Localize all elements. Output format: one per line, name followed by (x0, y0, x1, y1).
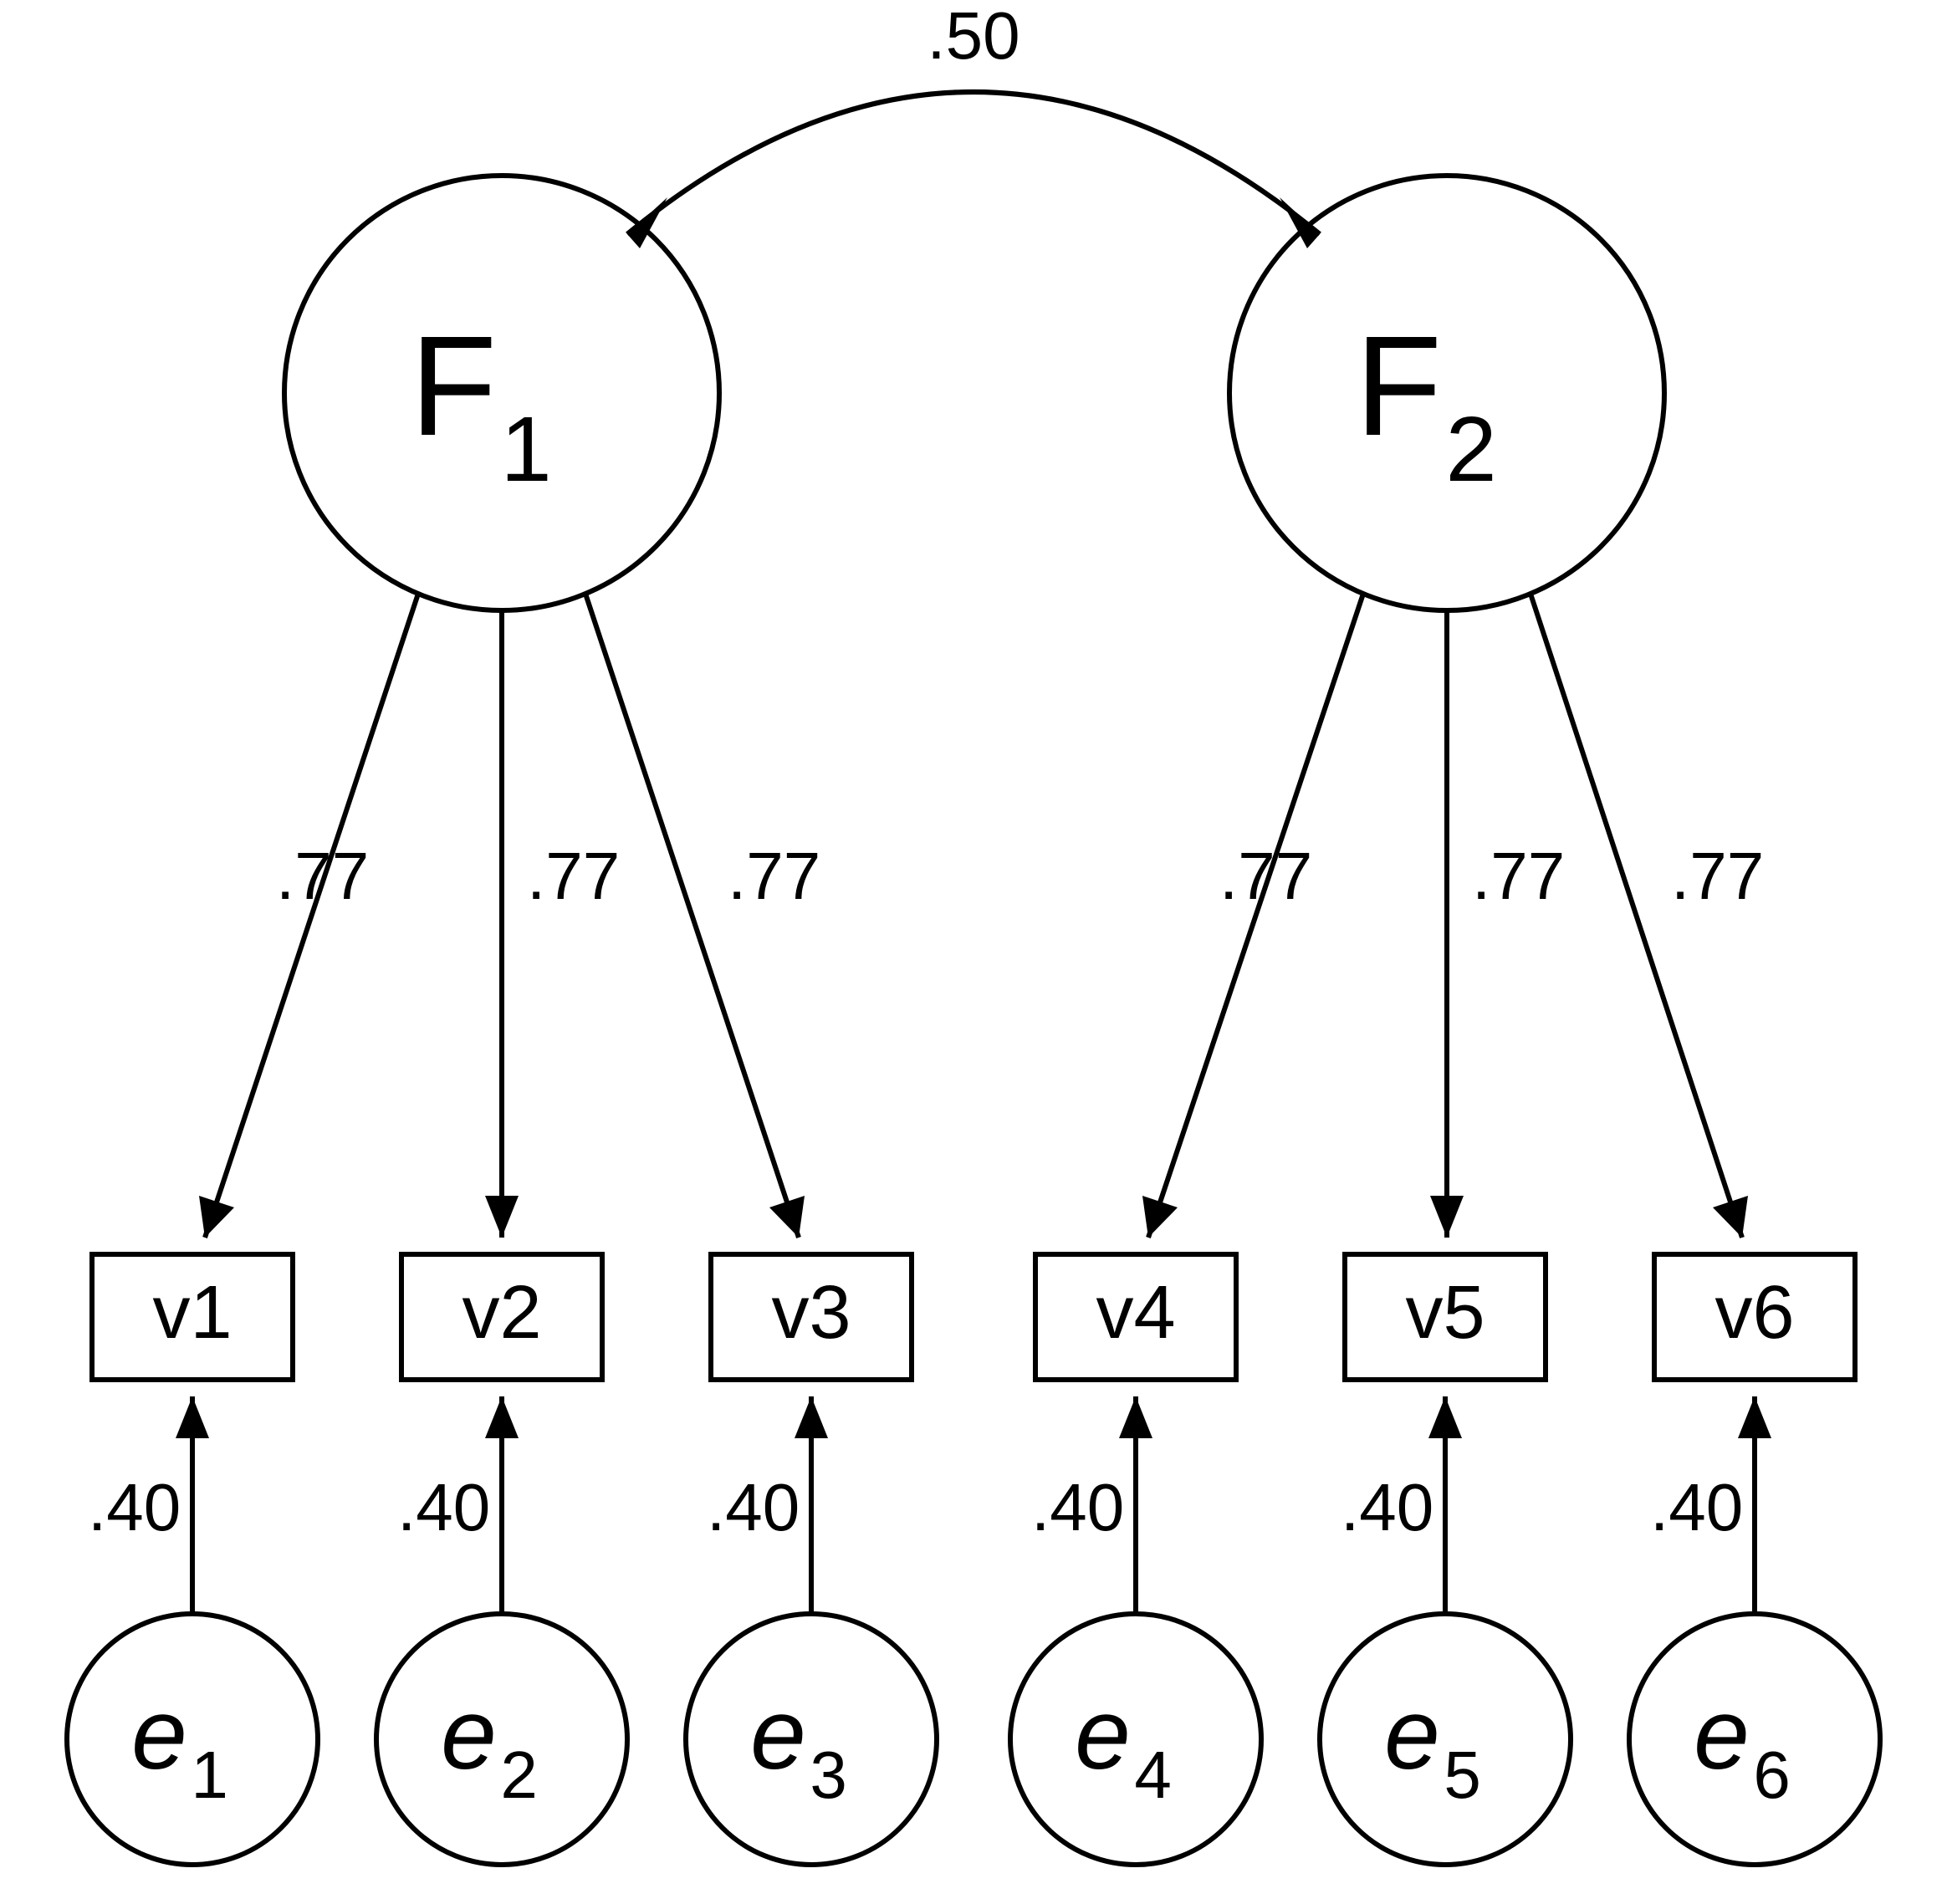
svg-text:e 4: e 4 (1075, 1678, 1172, 1812)
svg-text:e 5: e 5 (1384, 1678, 1481, 1812)
factor-f1-sub: 1 (501, 398, 552, 501)
var-v3: v3 (771, 1271, 851, 1355)
loadings-f1: .77 .77 .77 (199, 594, 820, 1238)
error-e2-sub: 2 (500, 1738, 538, 1812)
svg-text:e 6: e 6 (1694, 1678, 1791, 1812)
observed-vars: v1 v2 v3 v4 v5 v6 (92, 1254, 1855, 1380)
error-e1-coef: .40 (88, 1470, 181, 1544)
error-e4-name: e (1075, 1678, 1131, 1790)
loadings-f2: .77 .77 .77 (1142, 594, 1764, 1238)
var-v1: v1 (152, 1271, 232, 1355)
error-e3-coef: .40 (707, 1470, 800, 1544)
factor-f2-sub: 2 (1446, 398, 1497, 501)
error-e6-name: e (1694, 1678, 1750, 1790)
loading-f2-v6: .77 (1671, 839, 1764, 913)
svg-text:e 3: e 3 (750, 1678, 847, 1812)
error-e5-sub: 5 (1444, 1738, 1481, 1812)
svg-text:F 2: F 2 (1355, 307, 1496, 501)
svg-text:e 1: e 1 (131, 1678, 228, 1812)
loading-f2-v4: .77 (1219, 839, 1312, 913)
error-e4-sub: 4 (1134, 1738, 1172, 1812)
var-v4: v4 (1096, 1271, 1175, 1355)
sem-path-diagram: .50 F 1 F 2 v1 v2 v3 v4 v5 v6 (0, 0, 1947, 1904)
loading-f1-v3: .77 (728, 839, 820, 913)
svg-text:e 2: e 2 (441, 1678, 538, 1812)
factor-f2: F 2 (1229, 176, 1664, 610)
loading-f1-v2: .77 (527, 839, 620, 913)
errors: e 1 .40 e 2 .40 e 3 .40 e 4 .40 (67, 1396, 1880, 1865)
correlation-label: .50 (927, 0, 1019, 73)
svg-text:F 1: F 1 (410, 307, 551, 501)
factor-f1: F 1 (284, 176, 719, 610)
error-e2-coef: .40 (397, 1470, 490, 1544)
var-v5: v5 (1405, 1271, 1485, 1355)
error-e3-sub: 3 (810, 1738, 847, 1812)
error-e1-sub: 1 (191, 1738, 228, 1812)
var-v6: v6 (1714, 1271, 1794, 1355)
loading-f2-v5: .77 (1472, 839, 1565, 913)
error-e5-name: e (1384, 1678, 1440, 1790)
factor-f2-name: F (1355, 307, 1442, 466)
var-v2: v2 (462, 1271, 541, 1355)
error-e4-coef: .40 (1031, 1470, 1124, 1544)
error-e3-name: e (750, 1678, 806, 1790)
error-e6-sub: 6 (1753, 1738, 1791, 1812)
correlation-arc: .50 (627, 0, 1320, 248)
factor-f1-name: F (410, 307, 497, 466)
error-e6-coef: .40 (1650, 1470, 1743, 1544)
error-e5-coef: .40 (1341, 1470, 1433, 1544)
error-e1-name: e (131, 1678, 187, 1790)
loading-f1-v1: .77 (276, 839, 369, 913)
error-e2-name: e (441, 1678, 497, 1790)
